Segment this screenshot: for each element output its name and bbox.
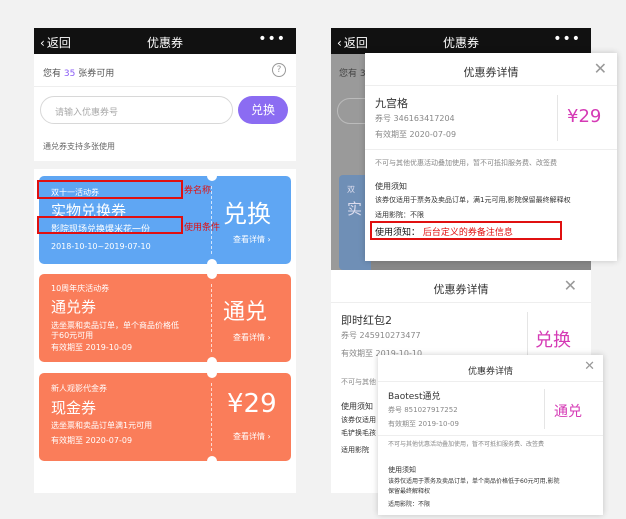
notice-title: 使用须知: [375, 182, 407, 191]
notice-title: 使用须知: [388, 466, 416, 474]
view-details-link[interactable]: 查看详情 ›: [233, 332, 271, 343]
usage-rule: 不可与其他: [341, 378, 376, 386]
coupon-value: ¥29: [227, 389, 277, 419]
modal-title: 优惠券详情: [433, 283, 489, 296]
coupon-condition: 选坐票和卖品订单满1元可用: [51, 421, 153, 430]
page-title: 优惠券: [442, 36, 479, 50]
exchange-button[interactable]: 兑换: [238, 96, 288, 124]
annotation-label: 券名称: [184, 186, 212, 196]
coupon-list-screen: ‹ 返回 优惠券 ••• 您有 35 张券可用 ? 请输入优惠券号 兑换 通兑券…: [34, 28, 296, 493]
view-details-link[interactable]: 查看详情 ›: [233, 234, 271, 245]
modal-title: 优惠券详情: [467, 367, 513, 377]
nav-bar: ‹ 返回 优惠券 •••: [331, 28, 591, 54]
coupon-name: 即时红包2: [341, 314, 392, 327]
coupon-condition: 于60元可用: [51, 331, 94, 340]
coupon-name: Baotest通兑: [388, 392, 441, 402]
cinema-scope: 适用影院：不限: [388, 501, 431, 508]
cinema-scope: 适用影院: [341, 446, 369, 454]
coupon-code-input[interactable]: 请输入优惠券号: [40, 96, 233, 124]
background-text: 双: [347, 185, 355, 194]
coupon-expiry: 有效期至 2020-07-09: [375, 130, 457, 139]
coupon-name: 通兑券: [51, 298, 97, 316]
page-title: 优惠券: [146, 36, 183, 50]
nav-bar: ‹ 返回 优惠券 •••: [34, 28, 296, 54]
background-text: 您有 3: [339, 69, 366, 79]
divider: [34, 161, 296, 169]
coupon-detail-modal: 优惠券详情 ✕ 九宫格 券号 346163417204 有效期至 2020-07…: [365, 53, 617, 261]
view-details-link[interactable]: 查看详情 ›: [233, 431, 271, 442]
close-icon[interactable]: ✕: [564, 276, 577, 295]
cinema-scope: 适用影院：不限: [375, 211, 424, 219]
coupon-date: 2018-10-10~2019-07-10: [51, 242, 151, 251]
coupon-card[interactable]: 10周年庆活动券 通兑券 选坐票和卖品订单，单个商品价格低 于60元可用 有效期…: [39, 274, 291, 362]
coupon-name: 现金券: [51, 399, 97, 417]
coupon-count: 您有 35 张券可用: [43, 69, 115, 79]
annotation-box: [37, 180, 183, 199]
background-text: 实: [347, 200, 363, 218]
more-icon[interactable]: •••: [553, 31, 581, 47]
coupon-date: 有效期至 2020-07-09: [51, 436, 133, 445]
close-icon[interactable]: ✕: [584, 359, 595, 374]
notice-text: 该券仅适用于票务及卖品订单，单个商品价格低于60元可用,影院: [388, 478, 560, 485]
coupon-detail-modal: 优惠券详情 ✕ Baotest通兑 券号 851027917252 有效期至 2…: [378, 355, 603, 515]
notice-title: 使用须知: [341, 402, 373, 411]
coupon-tag: 新人观影代金券: [51, 384, 107, 393]
notice-text: 毛铲换毛孩: [341, 429, 376, 437]
annotation-label: 使用须知： 后台定义的券备注信息: [375, 228, 513, 238]
coupon-code: 券号 245910273477: [341, 331, 421, 340]
usage-rule: 不可与其他优惠活动叠加使用，暂不可抵扣服务费、改签费: [388, 441, 545, 448]
coupon-code: 券号 346163417204: [375, 114, 455, 123]
notice-text: 该券仅适用: [341, 416, 376, 424]
coupon-value: 兑换: [535, 330, 571, 351]
usage-rule: 不可与其他优惠活动叠加使用，暂不可抵扣服务费、改签费: [375, 159, 557, 167]
notice-text: 该券仅适用于票务及卖品订单，满1元可用,影院保留最终解释权: [375, 196, 571, 204]
more-icon[interactable]: •••: [258, 31, 286, 47]
coupon-value: 兑换: [223, 200, 271, 228]
close-icon[interactable]: ✕: [594, 59, 607, 78]
usage-note: 通兑券支持多张使用: [43, 142, 115, 151]
coupon-name: 九宫格: [375, 97, 408, 110]
coupon-code: 券号 851027917252: [388, 406, 458, 414]
coupon-expiry: 有效期至 2019-10-09: [388, 420, 459, 428]
coupon-tag: 10周年庆活动券: [51, 284, 110, 293]
notice-text: 保留最终解释权: [388, 488, 431, 495]
annotation-box: [37, 216, 183, 234]
coupon-value: 通兑: [554, 404, 582, 420]
coupon-value: ¥29: [567, 106, 602, 127]
coupon-card[interactable]: 新人观影代金券 现金券 选坐票和卖品订单满1元可用 有效期至 2020-07-0…: [39, 373, 291, 461]
divider: [34, 86, 296, 87]
help-icon[interactable]: ?: [272, 63, 286, 77]
modal-title: 优惠券详情: [463, 66, 519, 79]
coupon-value: 通兑: [223, 300, 268, 325]
annotation-label: 使用条件: [184, 223, 221, 233]
coupon-date: 有效期至 2019-10-09: [51, 343, 133, 352]
